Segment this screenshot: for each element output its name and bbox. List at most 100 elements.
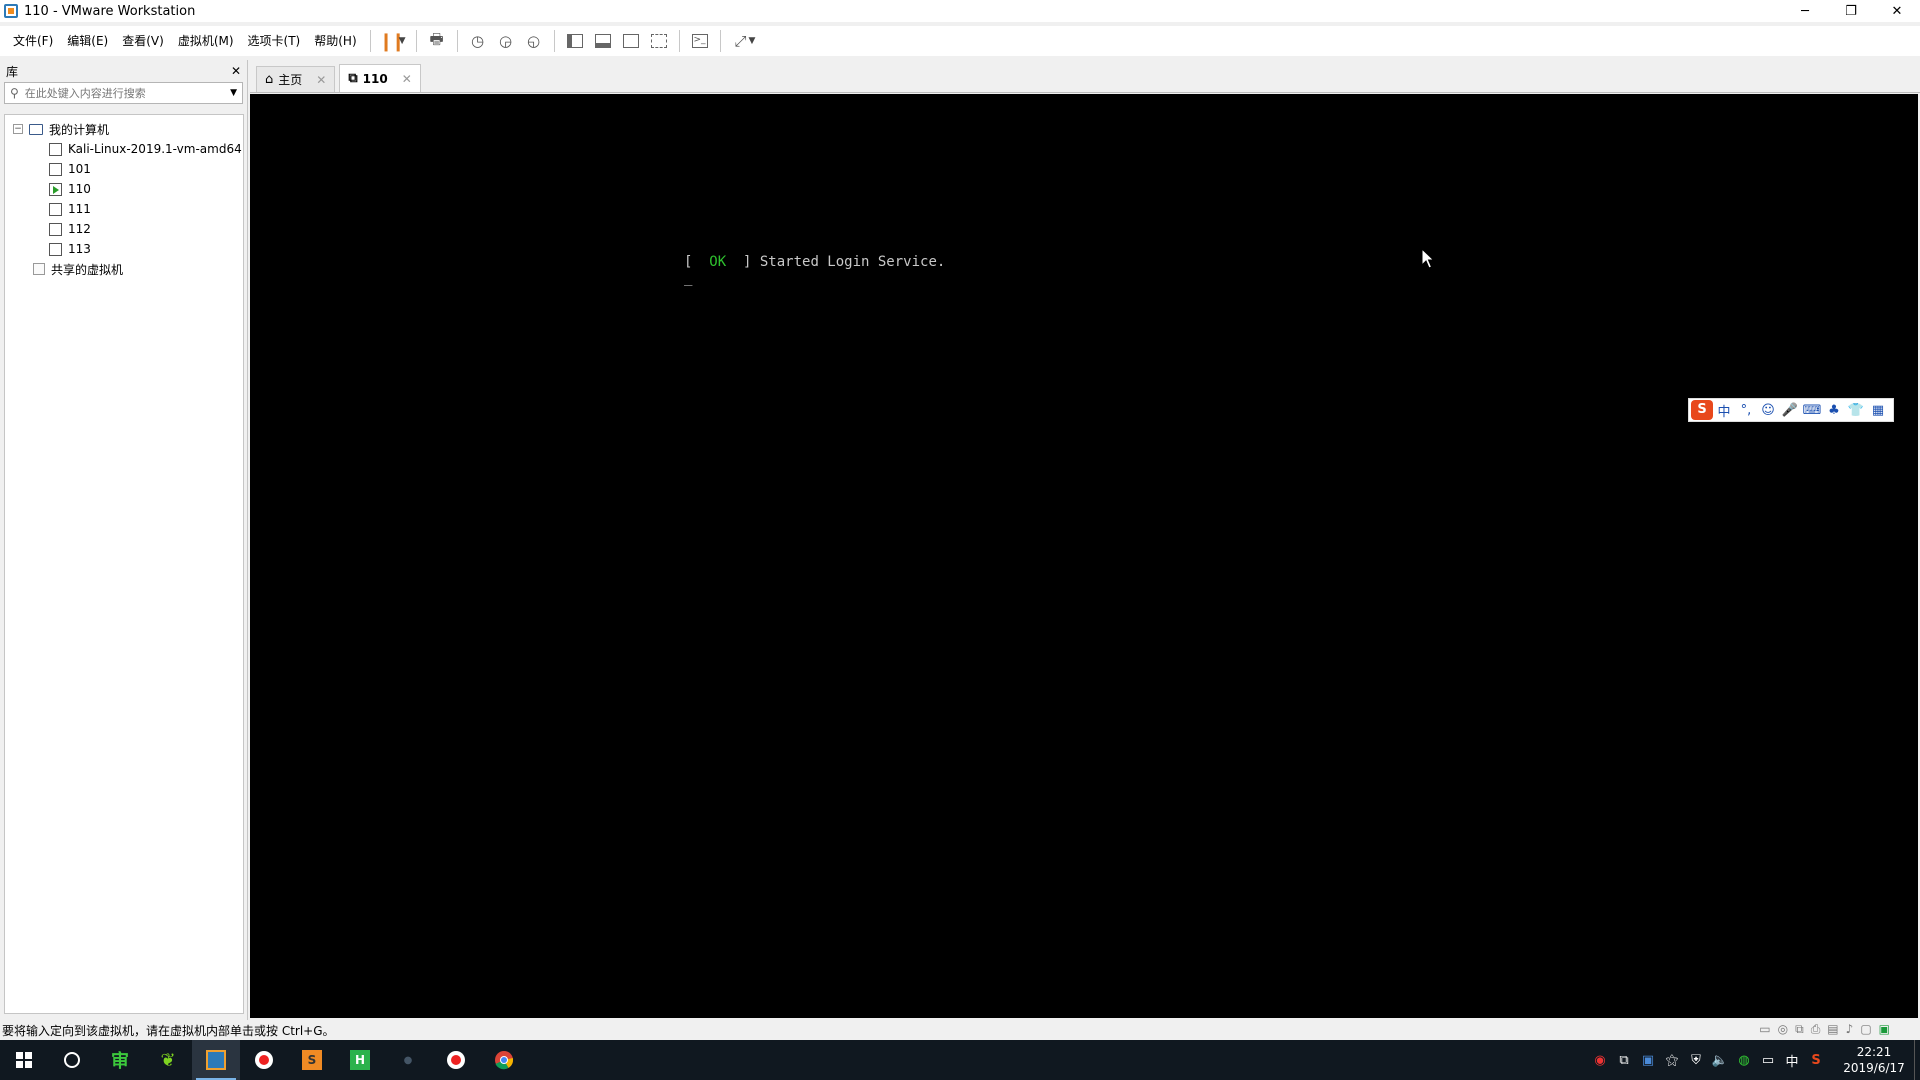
tree-item-label: 113: [68, 242, 91, 256]
sublime-text-icon: S: [302, 1050, 322, 1070]
menu-edit[interactable]: 编辑(E): [60, 30, 115, 52]
minimize-button[interactable]: ─: [1782, 0, 1828, 22]
full-screen-icon[interactable]: [617, 29, 645, 53]
display-icon[interactable]: ▢: [1860, 1022, 1871, 1037]
taskbar-app[interactable]: [240, 1040, 288, 1080]
library-title: 库: [6, 64, 19, 79]
tree-item-vm[interactable]: 111: [5, 199, 243, 219]
console-message: ] Started Login Service.: [743, 254, 946, 270]
taskbar-app[interactable]: [432, 1040, 480, 1080]
vm-console[interactable]: [ OK ] Started Login Service. _: [250, 94, 1918, 1018]
library-panel: 库 ✕ ⚲ ▼ − 我的计算机 Kali-Linux-2019.1-vm-amd…: [0, 60, 248, 1020]
close-button[interactable]: ✕: [1874, 0, 1920, 22]
tray-app-icon[interactable]: ⧉: [1612, 1053, 1636, 1068]
taskbar-clock[interactable]: 22:21 2019/6/17: [1834, 1044, 1914, 1076]
tab-vm-110[interactable]: ⧉ 110 ✕: [339, 64, 421, 92]
tree-item-vm[interactable]: Kali-Linux-2019.1-vm-amd64: [5, 139, 243, 159]
taskbar-app[interactable]: S: [288, 1040, 336, 1080]
library-search-input[interactable]: [24, 86, 231, 100]
tree-item-vm[interactable]: 113: [5, 239, 243, 259]
cd-dvd-icon[interactable]: ◎: [1778, 1022, 1788, 1037]
search-icon: ⚲: [10, 86, 19, 100]
tree-item-vm[interactable]: 101: [5, 159, 243, 179]
ime-chinese-mode[interactable]: 中: [1713, 401, 1735, 420]
tree-item-label: 我的计算机: [49, 122, 110, 137]
tree-item-my-computer[interactable]: − 我的计算机: [5, 119, 243, 139]
taskbar-app[interactable]: 审: [96, 1040, 144, 1080]
ime-microphone-icon[interactable]: 🎤: [1779, 403, 1801, 418]
library-close-icon[interactable]: ✕: [231, 64, 241, 78]
status-message: 要将输入定向到该虚拟机，请在虚拟机内部单击或按 Ctrl+G。: [2, 1023, 335, 1038]
menu-view[interactable]: 查看(V): [115, 30, 171, 52]
menu-vm[interactable]: 虚拟机(M): [171, 30, 241, 52]
console-cursor: _: [684, 270, 693, 286]
network-adapter-icon[interactable]: ⧉: [1795, 1022, 1804, 1037]
menu-help[interactable]: 帮助(H): [307, 30, 363, 52]
tab-close-icon[interactable]: ✕: [316, 73, 326, 87]
ime-menu-icon[interactable]: ▦: [1867, 403, 1889, 418]
revert-snapshot-icon[interactable]: ◶: [492, 29, 520, 53]
restore-button[interactable]: ❐: [1828, 0, 1874, 22]
taskbar-app[interactable]: ❦: [144, 1040, 192, 1080]
input-language-indicator[interactable]: 中: [1780, 1051, 1804, 1070]
tree-item-label: 112: [68, 222, 91, 236]
search-button[interactable]: [48, 1040, 96, 1080]
sogou-logo-icon[interactable]: S: [1691, 400, 1713, 420]
app-leaf-icon: ❦: [160, 1049, 176, 1071]
tab-strip: ⌂ 主页 ✕ ⧉ 110 ✕: [250, 60, 1920, 93]
computer-icon: [29, 123, 43, 135]
tab-close-icon[interactable]: ✕: [402, 72, 412, 86]
volume-icon[interactable]: 🔈: [1708, 1053, 1732, 1068]
ime-skin-icon[interactable]: 👕: [1845, 403, 1867, 418]
show-library-icon[interactable]: [561, 29, 589, 53]
start-button[interactable]: [0, 1040, 48, 1080]
ime-emoji-icon[interactable]: ☺: [1757, 403, 1779, 418]
network-icon[interactable]: ▭: [1756, 1053, 1780, 1068]
menu-file[interactable]: 文件(F): [6, 30, 60, 52]
power-dropdown-icon[interactable]: ▼: [399, 36, 406, 46]
hard-disk-icon[interactable]: ▭: [1759, 1022, 1770, 1037]
tree-item-vm[interactable]: 112: [5, 219, 243, 239]
taskbar-chrome[interactable]: [480, 1040, 528, 1080]
vm-running-icon: ⧉: [348, 71, 358, 86]
ime-punctuation-icon[interactable]: °,: [1735, 403, 1757, 418]
menu-tabs[interactable]: 选项卡(T): [241, 30, 308, 52]
vmware-taskbar-icon: [206, 1050, 226, 1070]
toolbar-separator: [456, 30, 458, 52]
windows-logo-icon: [16, 1052, 32, 1068]
thumbnail-bar-icon[interactable]: [589, 29, 617, 53]
record-tray-icon[interactable]: ◉: [1588, 1053, 1612, 1068]
collapse-icon[interactable]: −: [13, 124, 23, 134]
tray-app-icon[interactable]: ▣: [1636, 1053, 1660, 1068]
console-view-icon[interactable]: >_: [686, 29, 714, 53]
ime-keyboard-icon[interactable]: ⌨: [1801, 403, 1823, 418]
search-dropdown-icon[interactable]: ▼: [230, 88, 237, 98]
printer-icon[interactable]: ▤: [1827, 1022, 1838, 1037]
stretch-dropdown-icon[interactable]: ▼: [749, 36, 756, 46]
tray-app-icon[interactable]: ⚝: [1660, 1053, 1684, 1068]
tree-item-label: 110: [68, 182, 91, 196]
taskbar-vmware[interactable]: [192, 1040, 240, 1080]
taskbar-app[interactable]: H: [336, 1040, 384, 1080]
unity-icon[interactable]: [645, 29, 673, 53]
taskbar-app[interactable]: ●: [384, 1040, 432, 1080]
tray-app-icon[interactable]: ⛨: [1684, 1053, 1708, 1068]
home-icon: ⌂: [265, 72, 274, 87]
cortana-circle-icon: [64, 1052, 80, 1068]
snapshot-manager-icon[interactable]: ◵: [520, 29, 548, 53]
vm-icon: [46, 239, 62, 256]
wechat-icon[interactable]: ◍: [1732, 1053, 1756, 1068]
send-ctrl-alt-del-icon[interactable]: 🖶: [423, 29, 451, 53]
snapshot-icon[interactable]: ◷: [464, 29, 492, 53]
ime-user-icon[interactable]: ♣: [1823, 403, 1845, 418]
show-desktop-button[interactable]: [1914, 1040, 1920, 1080]
usb-icon[interactable]: ⎙: [1811, 1022, 1821, 1037]
tree-item-shared-vms[interactable]: 共享的虚拟机: [5, 259, 243, 279]
tree-item-vm[interactable]: 110: [5, 179, 243, 199]
sound-card-icon[interactable]: ♪: [1846, 1022, 1854, 1037]
tab-home[interactable]: ⌂ 主页 ✕: [256, 66, 336, 92]
message-log-icon[interactable]: ▣: [1879, 1022, 1890, 1037]
window-controls: ─ ❐ ✕: [1782, 0, 1920, 22]
sogou-tray-icon[interactable]: S: [1804, 1053, 1828, 1068]
app-green-icon: 审: [111, 1051, 129, 1072]
